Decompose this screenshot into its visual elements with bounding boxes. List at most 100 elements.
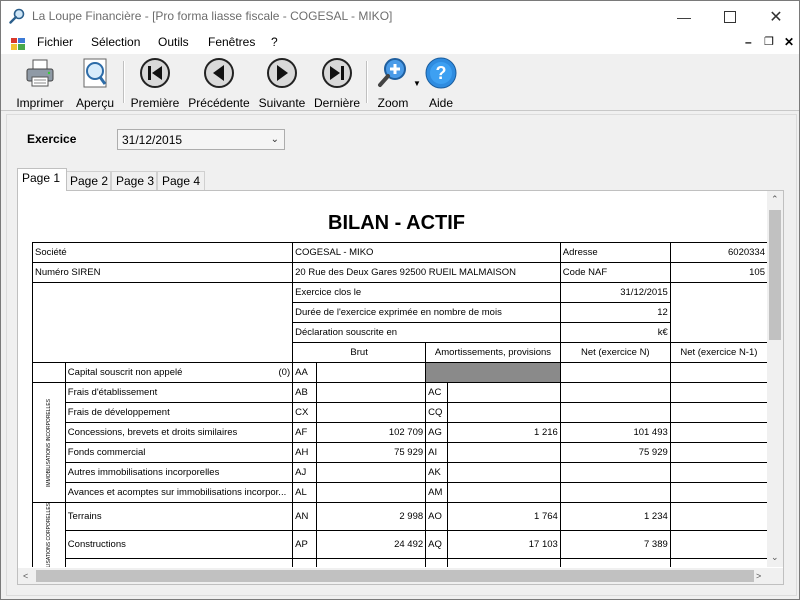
cell-code — [292, 557, 317, 567]
cell-net-prev — [669, 422, 768, 443]
tab-page-1[interactable]: Page 1 — [17, 168, 67, 191]
cell-net: 7 389 — [559, 529, 671, 559]
previous-page-label: Précédente — [188, 96, 250, 110]
vertical-scrollbar[interactable]: ⌃ ⌄ — [767, 191, 783, 567]
col-header-brut: Brut — [292, 342, 427, 363]
cell-brut — [315, 557, 427, 567]
tab-page-3[interactable]: Page 3 — [111, 171, 157, 191]
cell-brut: 24 492 — [315, 529, 427, 559]
zoom-button[interactable]: Zoom — [373, 57, 413, 110]
cell-code2: AI — [425, 442, 449, 463]
minimize-button[interactable]: — — [661, 1, 707, 32]
zoom-dropdown-icon[interactable]: ▼ — [413, 79, 421, 88]
greyed-cell — [425, 362, 561, 383]
cell-amort — [447, 482, 561, 503]
balance-sheet-table: Société COGESAL - MIKO Adresse 6020334 N… — [31, 242, 768, 567]
cell-net-prev — [669, 442, 768, 463]
capital-note: (0) — [278, 367, 291, 378]
last-page-button[interactable]: Dernière — [313, 57, 361, 110]
mdi-minimize-icon[interactable]: – — [745, 35, 752, 49]
app-window: La Loupe Financière - [Pro forma liasse … — [0, 0, 800, 600]
help-button[interactable]: ? Aide — [421, 57, 461, 110]
tab-page-2[interactable]: Page 2 — [65, 171, 111, 191]
capital-code: AA — [292, 362, 317, 383]
cell-net: 75 929 — [559, 442, 671, 463]
menu-fenetres[interactable]: Fenêtres — [208, 35, 255, 49]
cell-code: AP — [292, 529, 317, 559]
cell-label: Frais de développement — [64, 402, 294, 423]
menu-outils[interactable]: Outils — [158, 35, 189, 49]
cell-label: Concessions, brevets et droits similaire… — [64, 422, 294, 443]
cell-label: Autres immobilisations incorporelles — [64, 462, 294, 483]
preview-icon — [83, 58, 107, 88]
scroll-down-icon[interactable]: ⌄ — [771, 552, 779, 563]
scroll-left-icon[interactable]: < — [23, 571, 28, 581]
next-page-button[interactable]: Suivante — [257, 57, 307, 110]
table-row-label: Capital souscrit non appelé (0) — [64, 362, 294, 383]
societe-label: Société — [31, 242, 294, 263]
cell-amort — [447, 402, 561, 423]
cell-net — [559, 482, 671, 503]
preview-button[interactable]: Aperçu — [71, 57, 119, 110]
cell-brut — [315, 482, 427, 503]
cell-brut — [315, 402, 427, 423]
table-row: Fonds commercial AH 75 929 AI 75 929 — [33, 442, 768, 463]
table-row: Installations techniques, matériel et ou… — [33, 557, 768, 567]
help-label: Aide — [428, 96, 454, 110]
cell-amort — [447, 382, 561, 403]
exercice-clos-label: Exercice clos le — [292, 282, 561, 303]
maximize-button[interactable] — [707, 1, 753, 32]
horizontal-scrollbar[interactable]: < > — [18, 568, 768, 584]
previous-page-icon — [204, 58, 234, 88]
duree-label: Durée de l'exercice exprimée en nombre d… — [292, 302, 561, 323]
report-pane: BILAN - ACTIF Société COGESAL - MIKO Adr… — [17, 190, 784, 585]
adresse-value: 6020334 — [669, 242, 768, 263]
siren-label: Numéro SIREN — [31, 262, 294, 283]
cell-code2: AO — [425, 502, 449, 531]
svg-text:?: ? — [436, 63, 447, 83]
cell-amort — [447, 442, 561, 463]
cell-label: Installations techniques, matériel et ou… — [64, 557, 294, 567]
cell-code2: AK — [425, 462, 449, 483]
document-menu-icon[interactable] — [11, 38, 25, 50]
vertical-scroll-thumb[interactable] — [769, 210, 781, 340]
cell-net-prev — [669, 557, 768, 567]
cell-code: AN — [292, 502, 317, 531]
cell-code: AH — [292, 442, 317, 463]
menu-fichier[interactable]: Fichier — [37, 35, 73, 49]
horizontal-scroll-thumb[interactable] — [36, 570, 754, 582]
print-button[interactable]: Imprimer — [13, 57, 67, 110]
cell-label: Terrains — [64, 502, 294, 531]
cell-net-prev — [669, 482, 768, 503]
cell-brut: 102 709 — [315, 422, 427, 443]
scroll-up-icon[interactable]: ⌃ — [771, 194, 779, 205]
toolbar-separator — [366, 61, 368, 103]
cell-net — [559, 382, 671, 403]
col-header-net: Net (exercice N) — [559, 342, 671, 363]
cell-amort: 1 764 — [447, 502, 561, 531]
duree-value: 12 — [559, 302, 671, 323]
tab-page-4[interactable]: Page 4 — [157, 171, 205, 191]
first-page-button[interactable]: Première — [127, 57, 183, 110]
cell-amort — [447, 462, 561, 483]
minimize-icon: — — [677, 8, 691, 25]
previous-page-button[interactable]: Précédente — [187, 57, 251, 110]
naf-label: Code NAF — [559, 262, 671, 283]
preview-label: Aperçu — [75, 96, 115, 110]
magnifier-app-icon — [9, 8, 25, 24]
toolbar-separator — [123, 61, 125, 103]
exercise-select[interactable]: 31/12/2015 ⌄ — [117, 129, 285, 150]
scroll-right-icon[interactable]: > — [756, 571, 761, 581]
cell-net — [559, 557, 671, 567]
cell-code2: AQ — [425, 529, 449, 559]
cell-code2: AG — [425, 422, 449, 443]
close-button[interactable]: ✕ — [753, 1, 799, 32]
mdi-close-icon[interactable]: ✕ — [784, 35, 794, 49]
close-icon: ✕ — [769, 8, 783, 26]
menu-help[interactable]: ? — [271, 35, 278, 49]
cell-label: Avances et acomptes sur immobilisations … — [64, 482, 294, 503]
mdi-restore-icon[interactable]: ❐ — [764, 35, 774, 48]
cell-code: AB — [292, 382, 317, 403]
next-page-label: Suivante — [258, 96, 306, 110]
menu-selection[interactable]: Sélection — [91, 35, 140, 49]
